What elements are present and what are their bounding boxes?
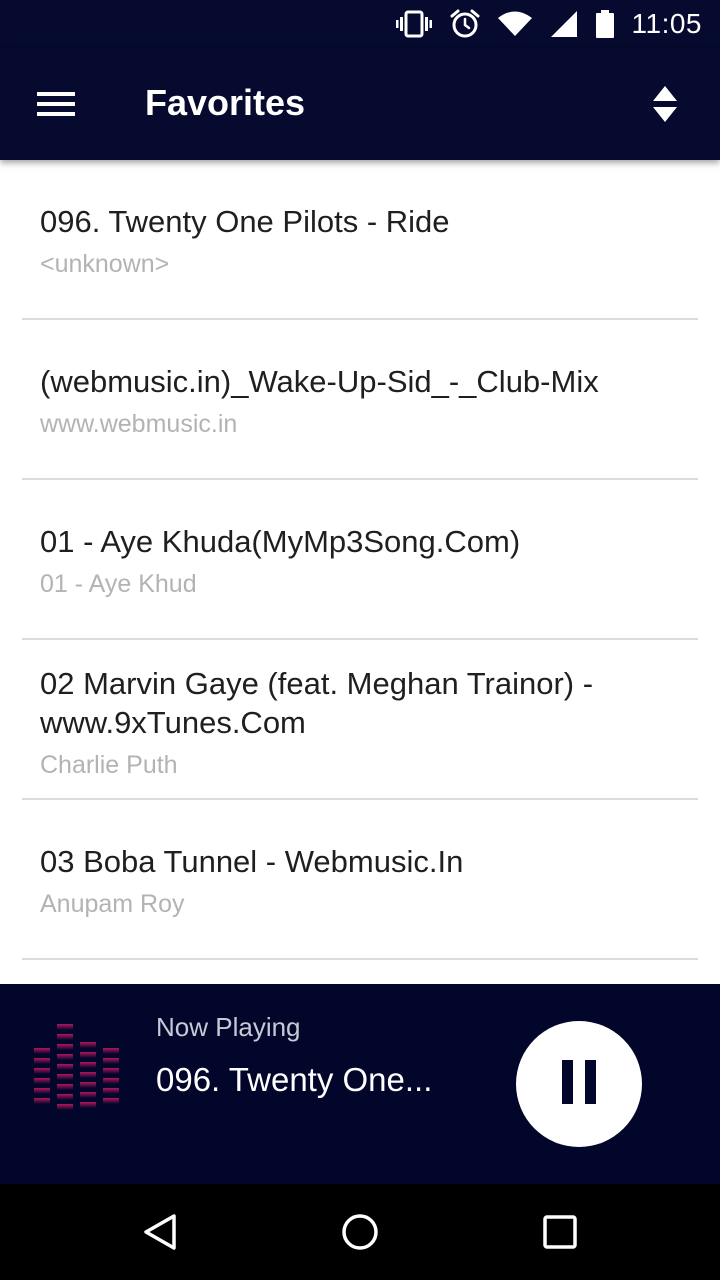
- list-item[interactable]: 03 Boba Tunnel - Webmusic.In Anupam Roy: [22, 800, 698, 960]
- song-title: 03 Boba Tunnel - Webmusic.In: [40, 844, 464, 879]
- pause-button[interactable]: [516, 1021, 642, 1147]
- home-icon[interactable]: [340, 1212, 380, 1252]
- song-title: 01 - Aye Khuda(MyMp3Song.Com): [40, 524, 521, 559]
- list-item[interactable]: 01 - Aye Khuda(MyMp3Song.Com) 01 - Aye K…: [22, 480, 698, 640]
- song-artist: Anupam Roy: [40, 890, 185, 918]
- song-title: 096. Twenty One Pilots - Ride: [40, 204, 450, 239]
- song-title: (webmusic.in)_Wake-Up-Sid_-_Club-Mix: [40, 364, 599, 399]
- song-title: 02 Marvin Gaye (feat. Meghan Trainor) - …: [40, 666, 594, 740]
- recents-icon[interactable]: [540, 1212, 580, 1252]
- signal-icon: [550, 10, 578, 38]
- battery-icon: [595, 10, 614, 38]
- alarm-icon: [450, 9, 480, 39]
- system-nav-bar: [0, 1184, 720, 1280]
- song-artist: <unknown>: [40, 250, 170, 278]
- song-artist: 01 - Aye Khud: [40, 570, 197, 598]
- sort-icon[interactable]: [648, 84, 682, 124]
- screen: 11:05 Favorites 096. Twenty One Pilots -…: [0, 0, 720, 1280]
- wifi-icon: [497, 11, 532, 37]
- song-artist: Charlie Puth: [40, 751, 178, 779]
- now-playing-bar[interactable]: Now Playing 096. Twenty One...: [0, 984, 720, 1184]
- list-item[interactable]: 02 Marvin Gaye (feat. Meghan Trainor) - …: [22, 640, 698, 800]
- now-playing-title: 096. Twenty One...: [156, 1061, 433, 1098]
- status-time: 11:05: [631, 8, 702, 39]
- favorites-list[interactable]: 096. Twenty One Pilots - Ride <unknown> …: [0, 160, 720, 984]
- list-item[interactable]: 096. Twenty One Pilots - Ride <unknown>: [22, 160, 698, 320]
- vibrate-icon: [395, 10, 432, 38]
- pause-icon: [562, 1059, 596, 1109]
- back-icon[interactable]: [140, 1212, 180, 1252]
- song-artist: www.webmusic.in: [40, 410, 238, 438]
- status-bar: 11:05: [0, 0, 720, 48]
- hamburger-menu-icon[interactable]: [36, 88, 76, 120]
- app-bar: Favorites: [0, 48, 720, 160]
- now-playing-label: Now Playing: [156, 1012, 301, 1042]
- equalizer-icon: [34, 1024, 120, 1114]
- list-item[interactable]: (webmusic.in)_Wake-Up-Sid_-_Club-Mix www…: [22, 320, 698, 480]
- page-title: Favorites: [145, 82, 306, 123]
